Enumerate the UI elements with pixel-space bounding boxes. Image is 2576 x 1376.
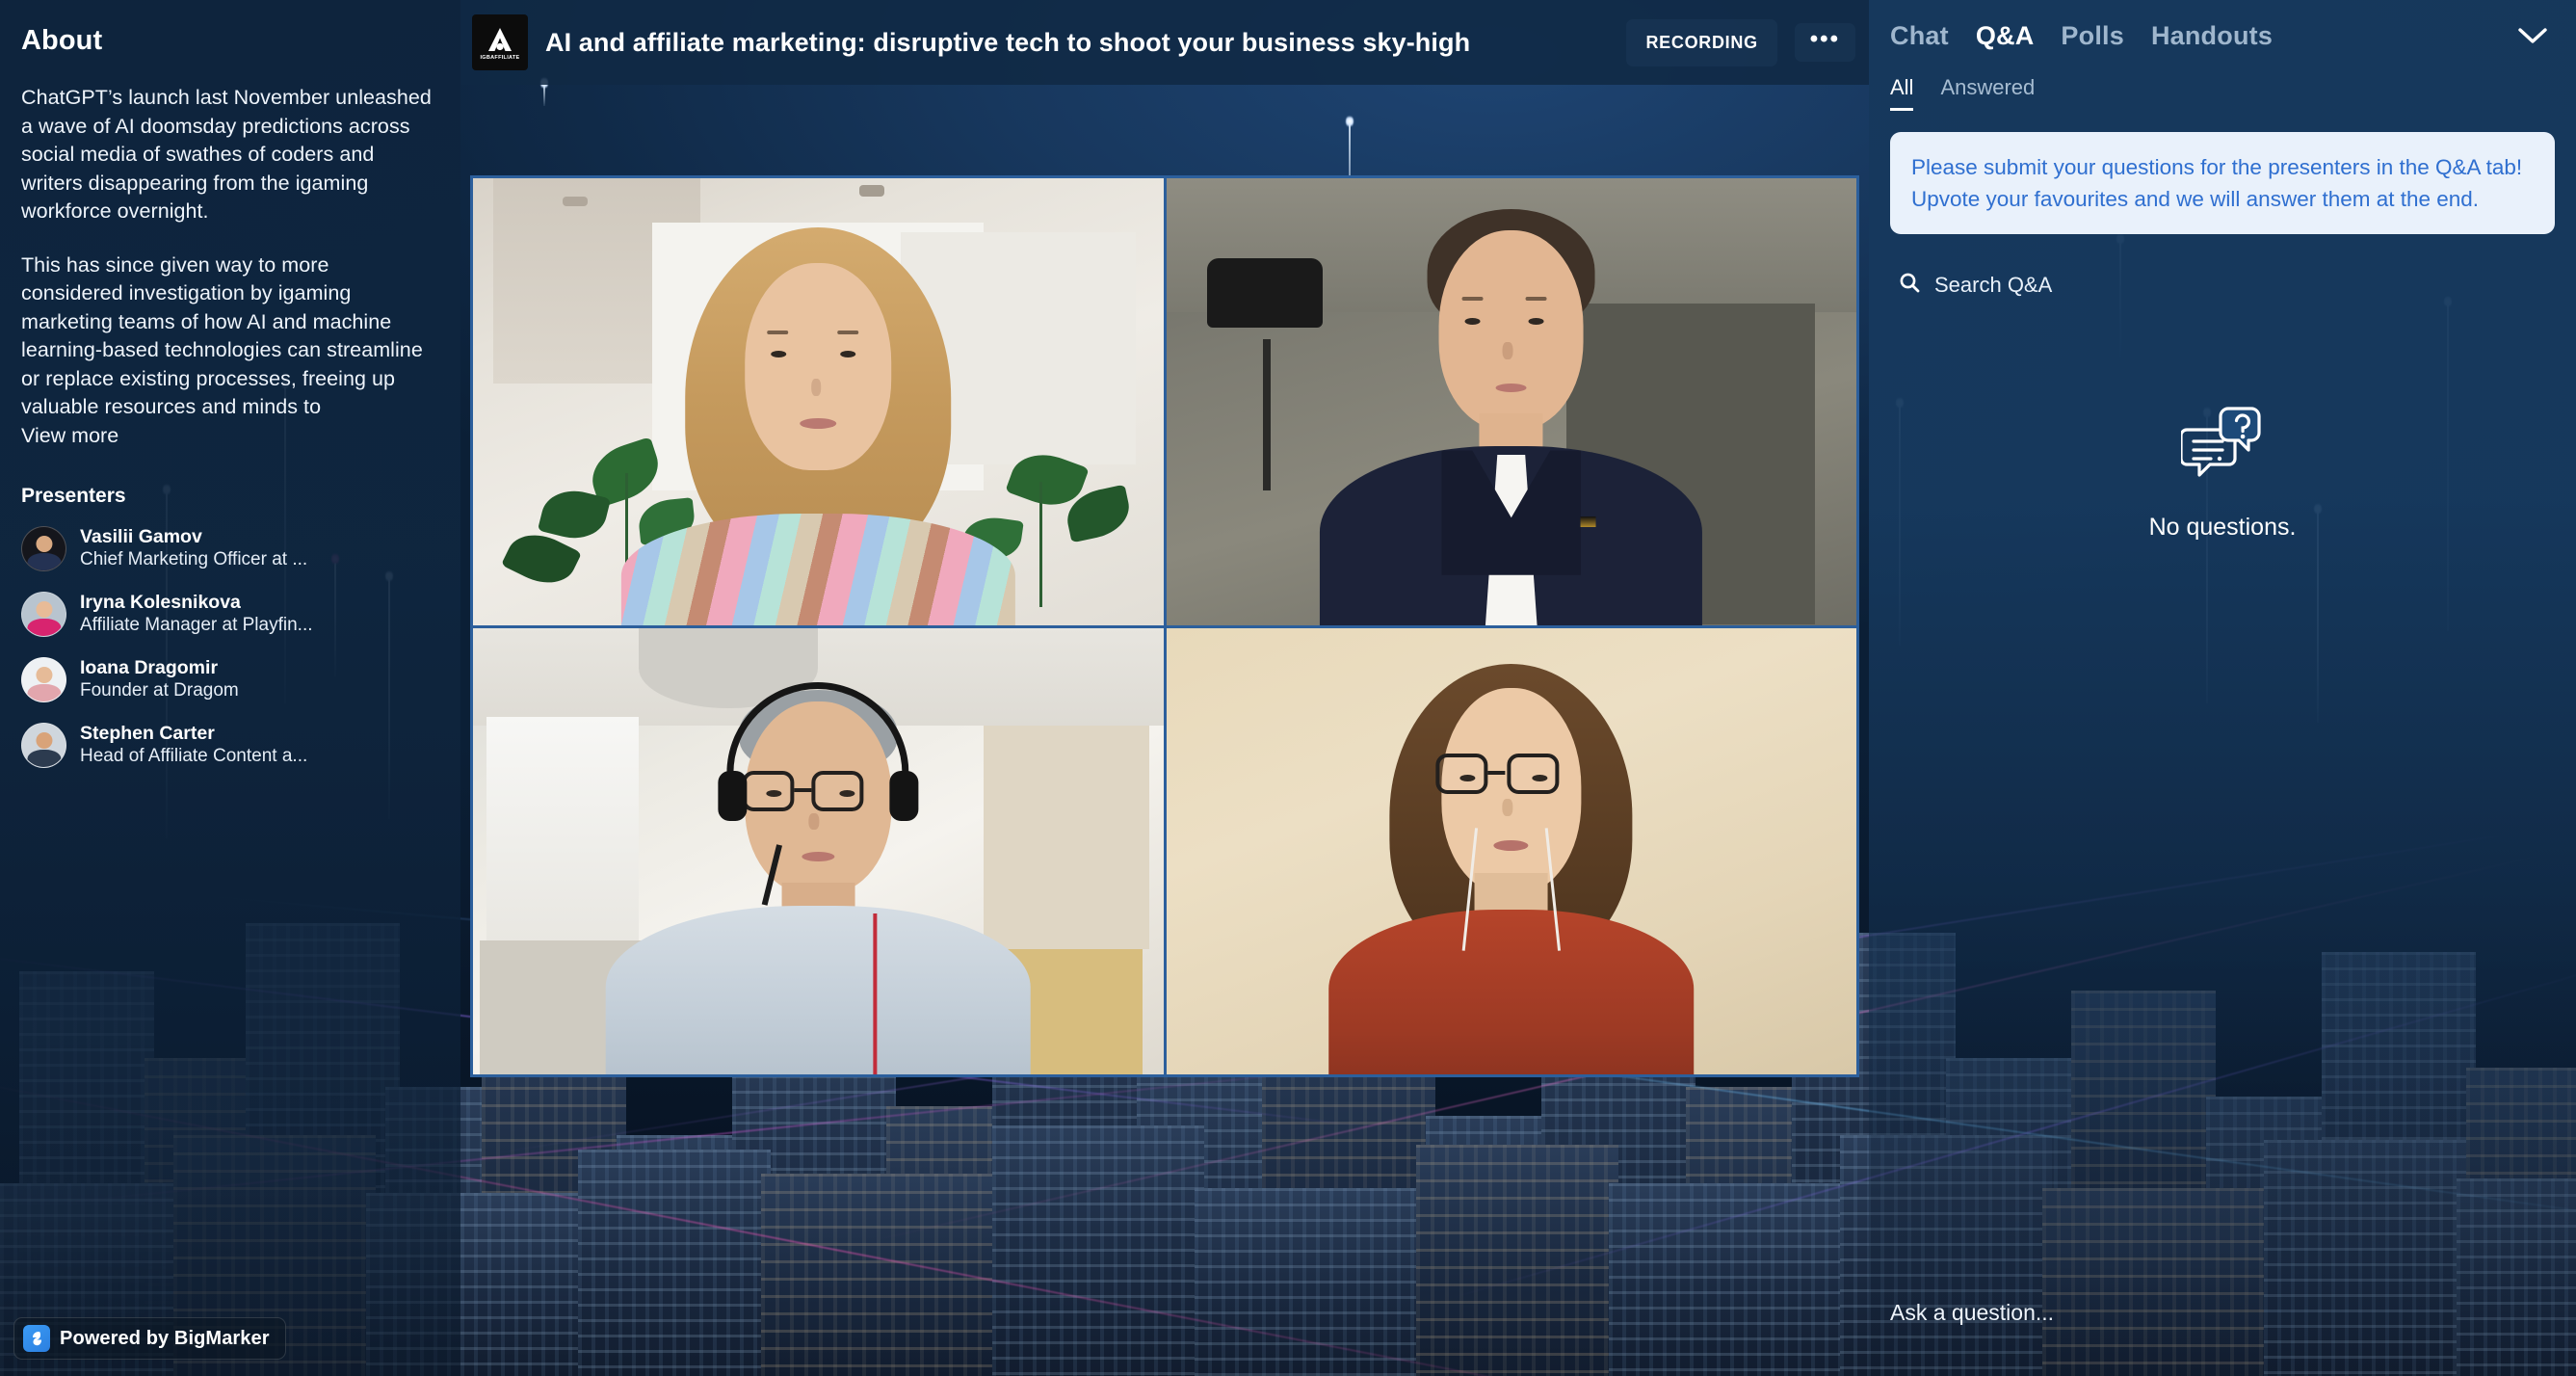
stage-column: IGBAFFILIATE AI and affiliate marketing:…	[460, 0, 1869, 1376]
engagement-tabs: Chat Q&A Polls Handouts	[1890, 0, 2555, 58]
participant-tile-4[interactable]	[1166, 627, 1856, 1074]
tab-polls[interactable]: Polls	[2061, 21, 2124, 51]
presenter-item-vasilii-gamov[interactable]: Vasilii Gamov Chief Marketing Officer at…	[21, 525, 434, 571]
qa-announcement-banner: Please submit your questions for the pre…	[1890, 132, 2555, 234]
qa-empty-state: No questions.	[1890, 405, 2555, 542]
powered-by-label: Powered by BigMarker	[60, 1327, 270, 1349]
about-paragraph-2: This has since given way to more conside…	[21, 252, 423, 419]
presenter-role: Chief Marketing Officer at ...	[80, 549, 308, 569]
presenter-role: Founder at Dragom	[80, 680, 239, 701]
avatar	[21, 722, 66, 768]
webinar-app-root: About ChatGPT’s launch last November unl…	[0, 0, 2576, 1376]
presenter-name: Ioana Dragomir	[80, 657, 219, 678]
tab-handouts[interactable]: Handouts	[2151, 21, 2273, 51]
bigmarker-logo-icon	[23, 1325, 50, 1352]
brand-sublabel: IGBAFFILIATE	[480, 54, 520, 61]
search-icon	[1898, 271, 1921, 299]
presenter-item-stephen-carter[interactable]: Stephen Carter Head of Affiliate Content…	[21, 722, 434, 768]
ask-question-input[interactable]: Ask a question...	[1890, 1300, 2555, 1326]
page-title: About	[21, 25, 103, 56]
presenter-name: Vasilii Gamov	[80, 526, 202, 547]
presenter-role: Affiliate Manager at Playfin...	[80, 615, 313, 635]
chevron-down-icon[interactable]	[2516, 25, 2555, 46]
presenter-name: Stephen Carter	[80, 723, 215, 744]
view-more-link[interactable]: View more	[21, 422, 434, 451]
tab-qa[interactable]: Q&A	[1976, 21, 2035, 51]
subtab-answered[interactable]: Answered	[1940, 75, 2035, 111]
presenter-role: Head of Affiliate Content a...	[80, 746, 308, 766]
more-options-button[interactable]: •••	[1794, 23, 1855, 62]
recording-status-badge: RECORDING	[1626, 18, 1777, 66]
participant-tile-1[interactable]	[473, 178, 1164, 625]
about-sidebar: About ChatGPT’s launch last November unl…	[0, 0, 460, 1376]
powered-by-badge[interactable]: Powered by BigMarker	[13, 1317, 286, 1360]
video-grid	[470, 175, 1859, 1077]
avatar	[21, 656, 66, 702]
qa-filter-tabs: All Answered	[1890, 75, 2555, 111]
participant-tile-2[interactable]	[1166, 178, 1856, 625]
presenter-name: Iryna Kolesnikova	[80, 592, 241, 613]
avatar	[21, 525, 66, 571]
engagement-sidebar: Chat Q&A Polls Handouts All Answered Ple…	[1869, 0, 2576, 1376]
session-title: AI and affiliate marketing: disruptive t…	[545, 27, 1471, 57]
session-header: IGBAFFILIATE AI and affiliate marketing:…	[460, 0, 1869, 85]
igbaffiliate-logo-icon: IGBAFFILIATE	[472, 14, 528, 70]
chat-question-icon	[2179, 405, 2264, 485]
qa-search-placeholder: Search Q&A	[1934, 272, 2053, 297]
subtab-all[interactable]: All	[1890, 75, 1914, 111]
about-paragraph-1: ChatGPT’s launch last November unleashed…	[21, 86, 432, 223]
tab-chat[interactable]: Chat	[1890, 21, 1949, 51]
presenter-item-ioana-dragomir[interactable]: Ioana Dragomir Founder at Dragom	[21, 656, 434, 702]
qa-search-input[interactable]: Search Q&A	[1890, 271, 2555, 299]
participant-tile-3[interactable]	[473, 627, 1164, 1074]
presenter-item-iryna-kolesnikova[interactable]: Iryna Kolesnikova Affiliate Manager at P…	[21, 591, 434, 637]
qa-empty-label: No questions.	[2148, 514, 2297, 541]
avatar	[21, 591, 66, 637]
presenters-heading: Presenters	[21, 485, 126, 507]
